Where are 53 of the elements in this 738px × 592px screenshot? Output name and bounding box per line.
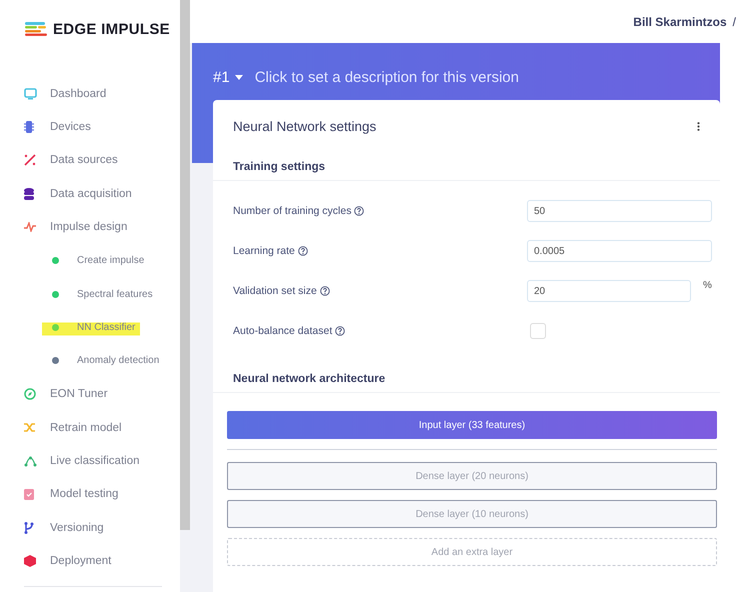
nav-item[interactable]: Data sources: [0, 144, 180, 178]
nav-item[interactable]: Model testing: [0, 478, 180, 512]
nav-item[interactable]: Retrain model: [0, 410, 180, 444]
clipboard-icon: [24, 488, 34, 500]
input-field[interactable]: 50: [527, 200, 712, 222]
breadcrumb-separator: /: [732, 14, 736, 28]
nav-item[interactable]: Versioning: [0, 511, 180, 544]
card-title: Neural Network settings: [233, 118, 376, 134]
field-label: Validation set size: [233, 285, 317, 297]
unit-label: %: [703, 280, 712, 291]
field-label: Number of training cycles: [233, 205, 352, 217]
branch-icon: [24, 522, 34, 534]
nav-item[interactable]: EON Tuner: [0, 378, 180, 411]
logo-icon: [25, 22, 47, 36]
sub-nav-item[interactable]: Create impulse: [0, 244, 180, 278]
version-dropdown[interactable]: #1: [213, 69, 243, 86]
dense-layer[interactable]: Dense layer (10 neurons): [227, 500, 717, 528]
compass-icon: [24, 388, 36, 400]
section-title: Training settings: [233, 161, 326, 173]
chip-icon: [24, 121, 34, 134]
nav-item[interactable]: Deployment: [0, 544, 180, 578]
add-layer-button[interactable]: Add an extra layer: [227, 538, 717, 566]
shuffle-icon: [24, 422, 37, 434]
scrollbar[interactable]: [180, 0, 190, 530]
pulse-icon: [24, 222, 36, 232]
nav-item[interactable]: Data acquisition: [0, 177, 180, 211]
help-icon[interactable]: [298, 246, 308, 256]
cube-icon: [24, 555, 36, 568]
help-icon[interactable]: [335, 326, 346, 336]
caret-icon: [234, 75, 243, 80]
field-label: Learning rate: [233, 245, 295, 257]
monitor-icon: [24, 88, 37, 100]
help-icon[interactable]: [320, 286, 330, 296]
version-description[interactable]: Click to set a description for this version: [254, 69, 519, 86]
help-icon[interactable]: [354, 206, 364, 216]
dense-layer[interactable]: Dense layer (20 neurons): [227, 462, 717, 490]
user-name[interactable]: Bill Skarmintzos: [633, 14, 727, 28]
input-field[interactable]: 20: [527, 280, 691, 302]
field-label: Auto-balance dataset: [233, 325, 332, 337]
network-icon: [24, 454, 37, 467]
sub-nav-item[interactable]: Anomaly detection: [0, 344, 180, 378]
sub-nav-item[interactable]: Spectral features: [0, 277, 180, 311]
nav-item[interactable]: Devices: [0, 110, 180, 144]
nav-item[interactable]: Impulse design: [0, 210, 180, 244]
logo-text: EDGE IMPULSE: [53, 20, 170, 38]
kebab-menu-icon[interactable]: [697, 122, 700, 130]
database-icon: [24, 188, 34, 200]
checkbox[interactable]: [530, 323, 546, 339]
input-layer[interactable]: Input layer (33 features): [227, 411, 717, 439]
section-title: Neural network architecture: [233, 373, 386, 385]
input-field[interactable]: 0.0005: [527, 240, 712, 262]
nav-item[interactable]: Dashboard: [0, 77, 180, 110]
nav-item[interactable]: Live classification: [0, 444, 180, 478]
